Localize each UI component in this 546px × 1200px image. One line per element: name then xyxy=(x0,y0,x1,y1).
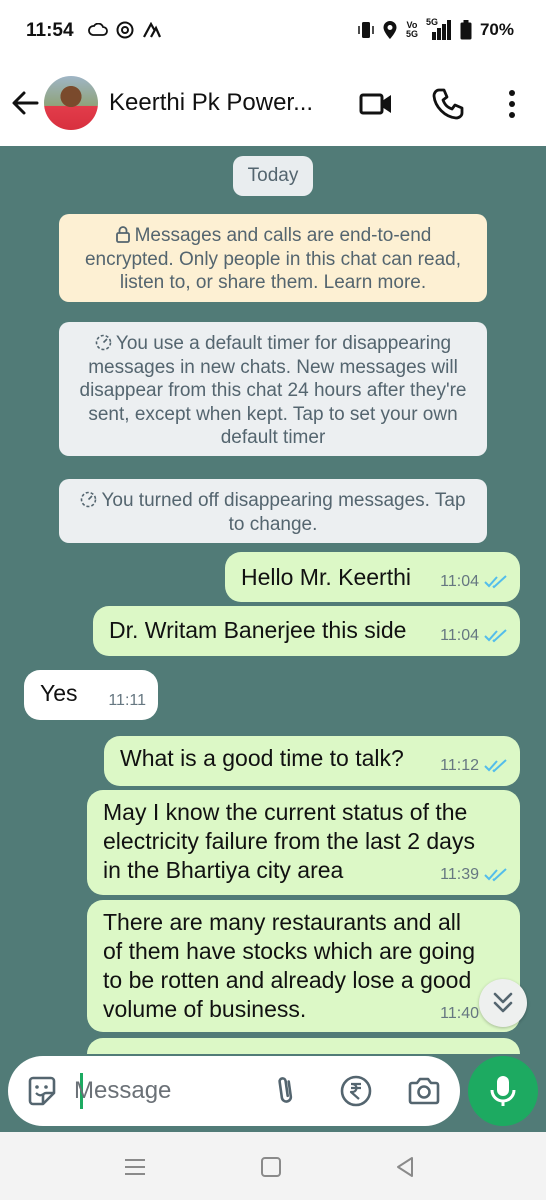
default-timer-notice[interactable]: You use a default timer for disappearing… xyxy=(59,322,487,456)
chat-area[interactable]: Today Messages and calls are end-to-end … xyxy=(0,146,546,1054)
contact-avatar[interactable] xyxy=(44,76,98,130)
system-navigation-bar xyxy=(0,1132,546,1200)
encryption-notice[interactable]: Messages and calls are end-to-end encryp… xyxy=(59,214,487,302)
message-bubble-outgoing[interactable]: What is a good time to talk? 11:12 xyxy=(104,736,520,786)
message-text: What is a good time to talk? xyxy=(120,745,404,771)
message-composer[interactable] xyxy=(8,1056,460,1126)
status-time: 11:54 xyxy=(26,20,74,41)
recent-apps-icon[interactable] xyxy=(120,1152,150,1182)
sticker-icon[interactable] xyxy=(24,1073,60,1109)
camera-icon[interactable] xyxy=(406,1073,442,1109)
message-bubble-incoming[interactable]: Yes 11:11 xyxy=(24,670,158,720)
timer-icon xyxy=(95,334,112,351)
message-text: May I know the current status of the xyxy=(103,799,468,825)
voice-message-button[interactable] xyxy=(468,1056,538,1126)
date-chip: Today xyxy=(233,156,313,196)
message-text: volume of business. xyxy=(103,996,307,1022)
back-nav-icon[interactable] xyxy=(390,1152,420,1182)
message-bubble-outgoing[interactable]: There are many restaurants and all of th… xyxy=(87,900,520,1032)
message-time: 11:11 xyxy=(108,692,146,709)
message-text: to be rotten and already lose a good xyxy=(103,967,472,993)
encryption-notice-text: Messages and calls are end-to-end encryp… xyxy=(84,225,461,293)
more-vertical-icon[interactable] xyxy=(494,86,530,122)
rupee-payment-icon[interactable] xyxy=(338,1073,374,1109)
message-text: of them have stocks which are going xyxy=(103,938,476,964)
disappearing-off-notice-text: You turned off disappearing messages. Ta… xyxy=(101,490,466,535)
attach-icon[interactable] xyxy=(268,1073,304,1109)
status-bar: 11:54 Vo 5G 5G 70% xyxy=(0,0,546,64)
scroll-to-bottom-button[interactable] xyxy=(479,979,527,1027)
video-call-icon[interactable] xyxy=(358,86,394,122)
home-icon[interactable] xyxy=(256,1152,286,1182)
message-time: 11:39 xyxy=(440,866,479,883)
message-bubble-outgoing[interactable]: Hello Mr. Keerthi 11:04 xyxy=(225,552,520,602)
message-time: 11:04 xyxy=(440,627,479,644)
timer-icon xyxy=(81,491,97,508)
message-bubble-outgoing[interactable]: Dr. Writam Banerjee this side 11:04 xyxy=(93,606,520,656)
app-icon xyxy=(143,22,162,38)
message-text: There are many restaurants and all xyxy=(103,909,461,935)
chat-header: Keerthi Pk Power... xyxy=(0,64,546,146)
app-icon xyxy=(116,21,134,39)
double-chevron-down-icon xyxy=(493,992,513,1013)
volte-indicator: Vo 5G xyxy=(405,20,418,39)
message-bubble-outgoing[interactable] xyxy=(87,1038,520,1054)
message-input[interactable] xyxy=(74,1066,264,1116)
vibrate-icon xyxy=(358,22,374,38)
signal-icon: 5G xyxy=(426,18,452,40)
back-arrow-icon[interactable] xyxy=(10,88,40,118)
contact-name[interactable]: Keerthi Pk Power... xyxy=(109,89,313,117)
message-time: 11:12 xyxy=(440,757,479,774)
read-receipt-icon xyxy=(484,628,507,642)
phone-icon[interactable] xyxy=(430,86,466,122)
message-time: 11:04 xyxy=(440,573,479,590)
read-receipt-icon xyxy=(484,574,507,588)
message-time: 11:40 xyxy=(440,1005,479,1022)
default-timer-notice-text: You use a default timer for disappearing… xyxy=(79,333,467,448)
message-text: in the Bhartiya city area xyxy=(103,857,344,883)
message-text: Yes xyxy=(40,680,78,706)
read-receipt-icon xyxy=(484,758,507,772)
location-icon xyxy=(383,21,397,39)
lock-icon xyxy=(115,226,130,243)
battery-percentage: 70% xyxy=(479,20,514,39)
mic-icon xyxy=(490,1076,516,1106)
message-text: electricity failure from the last 2 days xyxy=(103,828,475,854)
message-bubble-outgoing[interactable]: May I know the current status of the ele… xyxy=(87,790,520,895)
read-receipt-icon xyxy=(484,867,507,881)
cloud-icon xyxy=(88,23,108,36)
message-text: Dr. Writam Banerjee this side xyxy=(109,617,407,643)
message-text: Hello Mr. Keerthi xyxy=(241,564,412,590)
battery-icon xyxy=(460,20,472,40)
disappearing-off-notice[interactable]: You turned off disappearing messages. Ta… xyxy=(59,479,487,543)
